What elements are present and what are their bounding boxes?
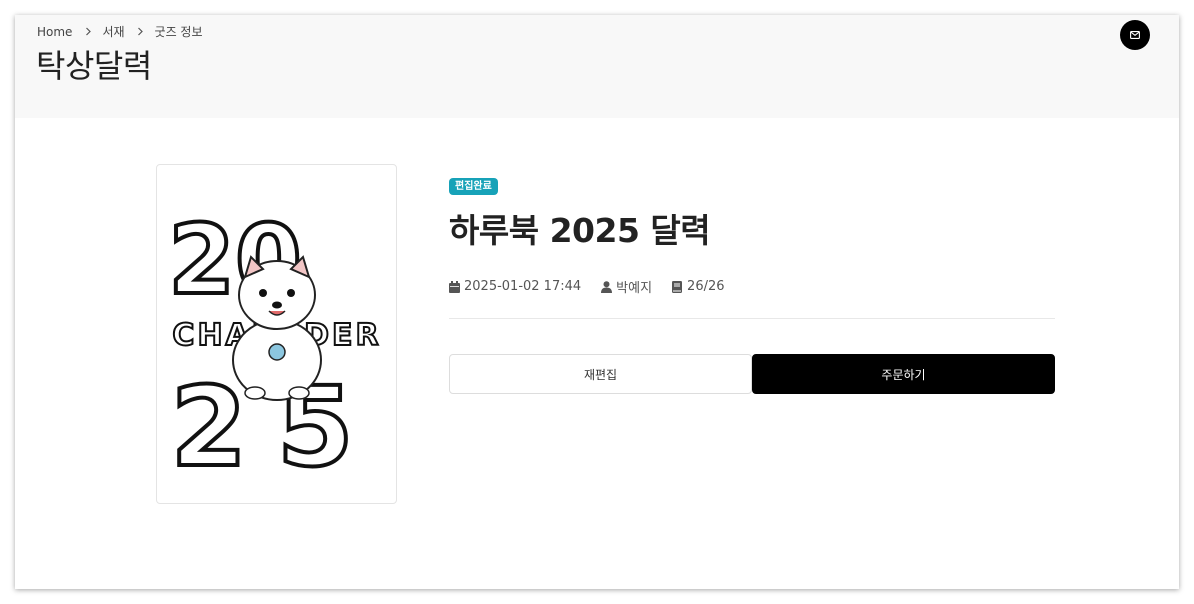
reedit-button[interactable]: 재편집: [449, 354, 752, 394]
chevron-right-icon: [137, 27, 145, 36]
breadcrumb: Home 서재 굿즈 정보: [37, 23, 203, 40]
meta-author: 박예지: [601, 277, 652, 296]
divider: [449, 318, 1055, 319]
meta-date-text: 2025-01-02 17:44: [464, 279, 582, 294]
product-title: 하루북 2025 달력: [449, 211, 711, 250]
user-icon: [601, 280, 613, 293]
meta-author-text: 박예지: [616, 281, 653, 296]
calendar-icon: [449, 280, 460, 293]
meta-pages: 26/26: [672, 279, 725, 294]
breadcrumb-home[interactable]: Home: [37, 25, 72, 39]
page-frame: Home 서재 굿즈 정보 탁상달력 20 CHARADER 25: [15, 15, 1179, 589]
mail-button[interactable]: [1120, 20, 1150, 50]
product-cover-image: 20 CHARADER 25: [156, 164, 397, 504]
chevron-right-icon: [84, 27, 92, 36]
mail-icon: [1130, 31, 1140, 39]
breadcrumb-current: 굿즈 정보: [154, 25, 203, 39]
page-header: Home 서재 굿즈 정보 탁상달력: [15, 15, 1179, 118]
product-info: 편집완료 하루북 2025 달력 2025-01-02 17:44 박예지 26…: [449, 174, 1055, 394]
meta-pages-text: 26/26: [687, 279, 725, 294]
book-icon: [672, 280, 683, 293]
status-badge: 편집완료: [449, 178, 498, 195]
product-meta: 2025-01-02 17:44 박예지 26/26: [449, 277, 1055, 296]
order-button[interactable]: 주문하기: [752, 354, 1055, 394]
action-buttons: 재편집 주문하기: [449, 354, 1055, 394]
breadcrumb-library[interactable]: 서재: [102, 23, 124, 40]
page-title: 탁상달력: [36, 47, 152, 85]
meta-date: 2025-01-02 17:44: [449, 279, 581, 294]
